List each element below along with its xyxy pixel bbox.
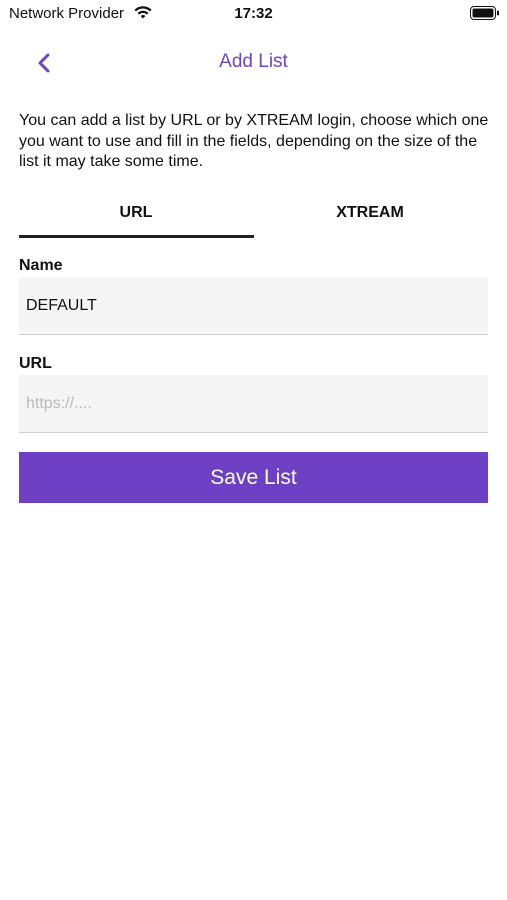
- instructions-text: You can add a list by URL or by XTREAM l…: [19, 112, 489, 170]
- status-time: 17:32: [234, 5, 273, 22]
- source-tabs: URL XTREAM: [19, 198, 488, 240]
- url-field[interactable]: [19, 375, 488, 433]
- add-list-screen: Network Provider 17:32 Add List You can …: [0, 0, 507, 900]
- navigation-bar: Add List: [0, 40, 507, 84]
- save-list-button[interactable]: Save List: [19, 452, 488, 503]
- tab-xtream[interactable]: XTREAM: [253, 198, 487, 238]
- name-field[interactable]: [19, 277, 488, 335]
- url-label: URL: [19, 355, 52, 372]
- page-title: Add List: [219, 51, 288, 72]
- name-label: Name: [19, 257, 63, 274]
- tab-url[interactable]: URL: [19, 198, 253, 238]
- selected-tab-indicator: [19, 235, 254, 238]
- battery-icon: [470, 6, 500, 20]
- status-bar: Network Provider 17:32: [0, 0, 507, 28]
